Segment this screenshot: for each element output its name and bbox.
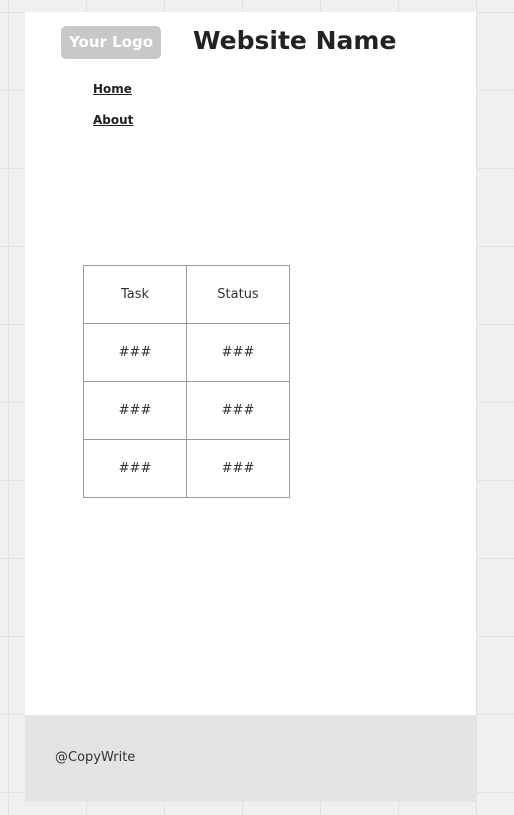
table-row: ### ### xyxy=(83,323,290,382)
status-cell: ### xyxy=(186,439,290,498)
task-cell: ### xyxy=(83,381,187,440)
nav-link-home[interactable]: Home xyxy=(93,82,133,97)
site-title: Website Name xyxy=(193,26,397,55)
status-cell: ### xyxy=(186,381,290,440)
status-cell: ### xyxy=(186,323,290,382)
page-footer: @CopyWrite xyxy=(25,715,476,802)
table-row: ### ### xyxy=(83,439,290,498)
main-nav: Home About xyxy=(93,82,133,144)
nav-link-about[interactable]: About xyxy=(93,113,133,128)
copyright-text: @CopyWrite xyxy=(55,750,136,765)
column-header-task: Task xyxy=(83,265,187,324)
task-table: Task Status ### ### ### ### ### ### xyxy=(83,265,290,498)
table-header-row: Task Status xyxy=(83,265,290,324)
site-logo[interactable]: Your Logo xyxy=(61,26,161,59)
task-cell: ### xyxy=(83,439,187,498)
page-container: Your Logo Website Name Home About Task S… xyxy=(25,12,476,715)
column-header-status: Status xyxy=(186,265,290,324)
task-cell: ### xyxy=(83,323,187,382)
table-row: ### ### xyxy=(83,381,290,440)
